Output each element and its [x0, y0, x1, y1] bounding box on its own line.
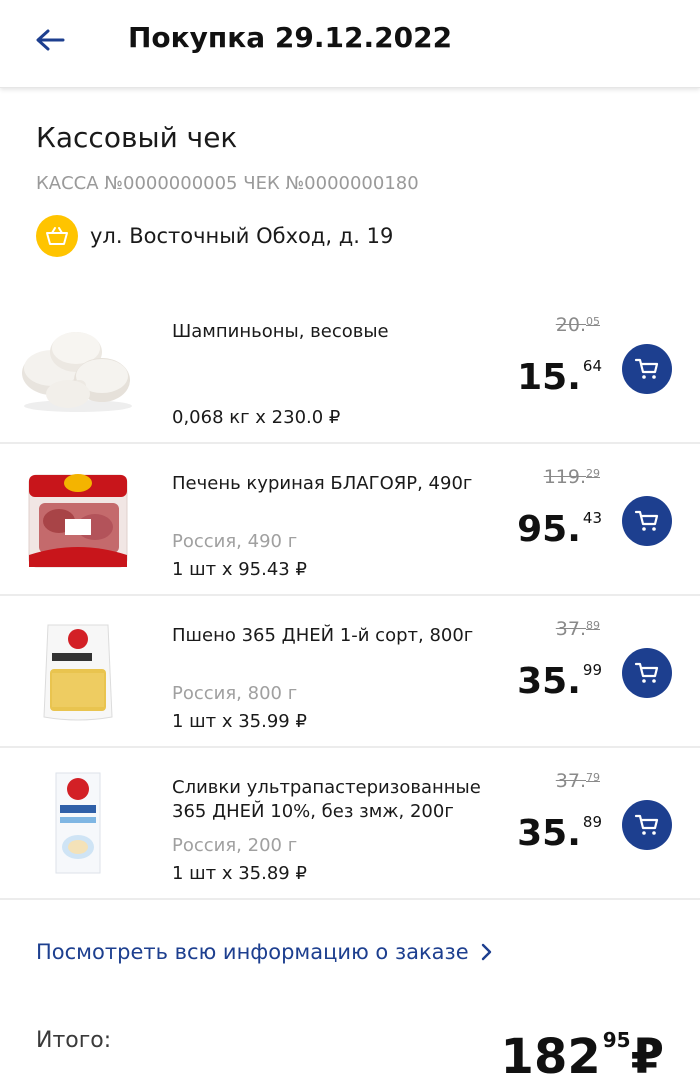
total-value: 182 95₽	[501, 1010, 664, 1083]
top-bar: Покупка 29.12.2022	[0, 0, 700, 88]
add-to-cart-button[interactable]	[622, 648, 672, 698]
cart-icon	[634, 662, 659, 683]
cart-icon	[634, 358, 659, 379]
price-int: 95.	[517, 509, 581, 550]
item-quantity: 1 шт х 35.99 ₽	[172, 711, 307, 732]
store-info: ул. Восточный Обход, д. 19	[36, 214, 393, 258]
chevron-right-icon	[481, 943, 491, 961]
current-price: 95. 43	[517, 496, 602, 552]
price-int: 35.	[517, 813, 581, 854]
item-origin: Россия, 490 г	[172, 531, 298, 552]
old-price-frac: 79	[586, 771, 600, 784]
price-frac: 99	[582, 661, 602, 679]
old-price-int: 20.	[555, 314, 586, 336]
old-price-int: 37.	[555, 770, 586, 792]
currency-symbol: ₽	[630, 1029, 664, 1083]
current-price: 35. 89	[517, 800, 602, 856]
price-frac: 43	[582, 509, 602, 527]
list-item: Сливки ультрапастеризованные 365 ДНЕЙ 10…	[0, 748, 700, 900]
page-title: Покупка 29.12.2022	[128, 21, 453, 54]
item-origin: Россия, 200 г	[172, 835, 298, 856]
item-name: Шампиньоны, весовые	[172, 321, 389, 342]
old-price: 119.29	[544, 466, 600, 488]
list-item: Пшено 365 ДНЕЙ 1-й сорт, 800г Россия, 80…	[0, 596, 700, 748]
price-frac: 89	[582, 813, 602, 831]
current-price: 35. 99	[517, 648, 602, 704]
old-price-int: 119.	[543, 466, 586, 488]
total-int: 182	[500, 1029, 601, 1083]
cart-icon	[634, 510, 659, 531]
add-to-cart-button[interactable]	[622, 496, 672, 546]
item-name: Печень куриная БЛАГОЯР, 490г	[172, 473, 473, 494]
items-list: Шампиньоны, весовые 0,068 кг х 230.0 ₽ 2…	[0, 292, 700, 900]
order-details-link-label: Посмотреть всю информацию о заказе	[36, 940, 469, 964]
arrow-left-icon	[36, 29, 65, 51]
old-price-frac: 05	[586, 315, 600, 328]
total-frac: 95	[602, 1028, 631, 1052]
item-quantity: 0,068 кг х 230.0 ₽	[172, 407, 341, 428]
price-int: 15.	[517, 357, 581, 398]
order-details-link[interactable]: Посмотреть всю информацию о заказе	[36, 940, 493, 964]
add-to-cart-button[interactable]	[622, 800, 672, 850]
old-price-int: 37.	[555, 618, 586, 640]
item-quantity: 1 шт х 95.43 ₽	[172, 559, 307, 580]
total-label: Итого:	[36, 1028, 112, 1053]
old-price: 37.89	[556, 618, 600, 640]
item-origin: Россия, 800 г	[172, 683, 298, 704]
price-frac: 64	[582, 357, 602, 375]
chicken-liver-pack-image	[18, 460, 138, 580]
basket-icon	[36, 215, 78, 257]
old-price-frac: 89	[586, 619, 600, 632]
back-button[interactable]	[30, 20, 70, 60]
receipt-title: Кассовый чек	[36, 121, 238, 154]
price-int: 35.	[517, 661, 581, 702]
cream-carton-image	[18, 764, 138, 884]
store-address: ул. Восточный Обход, д. 19	[90, 224, 394, 248]
old-price: 20.05	[556, 314, 600, 336]
item-quantity: 1 шт х 35.89 ₽	[172, 863, 307, 884]
receipt-meta: КАССА №0000000005 ЧЕК №0000000180	[36, 173, 419, 194]
item-name: Пшено 365 ДНЕЙ 1-й сорт, 800г	[172, 625, 474, 646]
cart-icon	[634, 814, 659, 835]
list-item: Печень куриная БЛАГОЯР, 490г Россия, 490…	[0, 444, 700, 596]
list-item: Шампиньоны, весовые 0,068 кг х 230.0 ₽ 2…	[0, 292, 700, 444]
current-price: 15. 64	[517, 344, 602, 400]
mushrooms-image	[18, 308, 138, 428]
old-price-frac: 29	[586, 467, 600, 480]
item-name: Сливки ультрапастеризованные 365 ДНЕЙ 10…	[172, 777, 481, 822]
millet-pack-image	[18, 612, 138, 732]
add-to-cart-button[interactable]	[622, 344, 672, 394]
old-price: 37.79	[556, 770, 600, 792]
